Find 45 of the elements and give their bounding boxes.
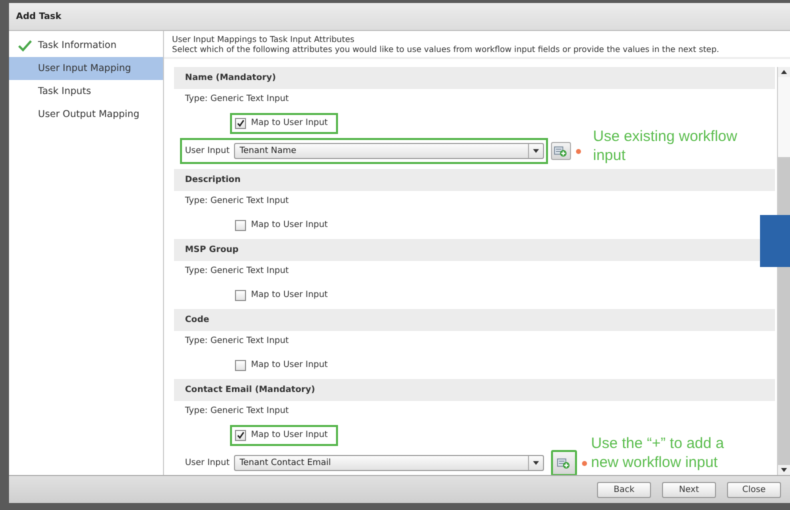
checkbox-label[interactable]: Map to User Input xyxy=(251,118,328,128)
section-header: Contact Email (Mandatory) xyxy=(174,379,775,401)
type-text: Type: Generic Text Input xyxy=(184,195,290,208)
checkbox[interactable] xyxy=(235,430,246,440)
sidebar-item[interactable]: User Output Mapping xyxy=(9,103,163,126)
user-input-dropdown[interactable]: Tenant Name xyxy=(234,143,544,159)
section-header: Description xyxy=(174,169,775,191)
user-input-dropdown[interactable]: Tenant Contact Email xyxy=(234,455,544,471)
checkmark-icon xyxy=(236,118,245,128)
add-input-button[interactable] xyxy=(550,142,571,160)
annotation-text: Use the “+” to add a new workflow input xyxy=(591,434,725,472)
checkbox[interactable] xyxy=(235,360,246,370)
annotation-text: Use existing workflow input xyxy=(593,127,738,165)
checkbox-label[interactable]: Map to User Input xyxy=(251,430,328,440)
dialog-button[interactable]: Next xyxy=(662,482,716,498)
user-input-label: User Input xyxy=(185,146,230,156)
checkbox-label[interactable]: Map to User Input xyxy=(251,290,328,300)
add-icon xyxy=(557,458,570,468)
scrollbar-thumb[interactable] xyxy=(778,77,790,158)
dialog-button[interactable]: Back xyxy=(597,482,651,498)
sidebar-item[interactable]: Task Information xyxy=(9,34,163,57)
checkmark-icon xyxy=(236,430,245,440)
sidebar-item[interactable]: Task Inputs xyxy=(9,80,163,103)
intro-text: Select which of the following attributes you would like to use values from workflow input fields or provide the values in the next step. xyxy=(172,44,720,54)
add-input-button[interactable] xyxy=(550,450,577,475)
type-text: Type: Generic Text Input xyxy=(184,265,290,278)
user-input-label: User Input xyxy=(185,458,230,468)
checkbox[interactable] xyxy=(235,220,246,230)
checkbox-label[interactable]: Map to User Input xyxy=(251,220,328,230)
checkbox[interactable] xyxy=(235,118,246,128)
type-text: Type: Generic Text Input xyxy=(184,335,290,348)
checkmark-icon xyxy=(18,40,32,52)
type-text: Type: Generic Text Input xyxy=(184,93,290,106)
type-text: Type: Generic Text Input xyxy=(184,405,290,418)
section-header: Name (Mandatory) xyxy=(174,67,775,89)
add-icon xyxy=(554,146,568,156)
checkbox[interactable] xyxy=(235,290,246,300)
intro-title: User Input Mappings to Task Input Attributes xyxy=(172,34,356,44)
caret-icon xyxy=(532,461,539,465)
section-header: Code xyxy=(174,309,775,331)
caret-icon xyxy=(532,149,539,153)
dialog-button[interactable]: Close xyxy=(727,482,781,498)
sidebar-item[interactable]: User Input Mapping xyxy=(9,57,163,80)
window-title: Add Task xyxy=(16,12,62,22)
checkbox-label[interactable]: Map to User Input xyxy=(251,360,328,370)
